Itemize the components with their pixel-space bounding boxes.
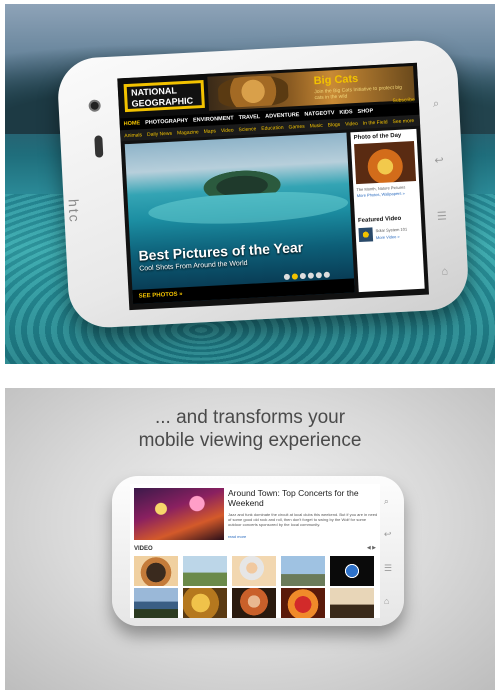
featured-video-caption[interactable]: Solar System 101 bbox=[375, 226, 419, 234]
panel-viewing-experience: ... and transforms your mobile viewing e… bbox=[5, 388, 495, 690]
home-key-icon[interactable]: ⌂ bbox=[384, 596, 392, 606]
phone-brand-logo: htc bbox=[65, 198, 83, 225]
tagline-line1: ... and transforms your bbox=[154, 407, 346, 428]
subnav-item[interactable]: Animals bbox=[124, 132, 142, 139]
video-thumb-couple[interactable] bbox=[330, 588, 374, 618]
subnav-item[interactable]: Education bbox=[261, 124, 284, 131]
slide-pager bbox=[283, 271, 330, 281]
photo-of-day-more[interactable]: More Photos, Wallpapers » bbox=[357, 191, 405, 199]
slide-dot[interactable] bbox=[307, 272, 315, 279]
slide-dot[interactable] bbox=[323, 271, 330, 278]
lion-image bbox=[217, 74, 289, 109]
slide-dot[interactable] bbox=[315, 272, 323, 279]
panel-natgeo-phone: htc ⌕ ↩ ☰ ⌂ NATIONAL GEOGRAPHIC Big Cats… bbox=[5, 4, 495, 364]
nav-item-natgeotv[interactable]: NATGEOTV bbox=[304, 110, 334, 118]
subnav-item[interactable]: Science bbox=[238, 126, 256, 133]
video-thumb-woman[interactable] bbox=[232, 588, 276, 618]
nav-item-shop[interactable]: SHOP bbox=[357, 108, 373, 115]
home-key-icon[interactable]: ⌂ bbox=[441, 265, 448, 277]
video-thumb-earth[interactable] bbox=[330, 556, 374, 586]
video-thumb-people[interactable] bbox=[232, 556, 276, 586]
back-key-icon[interactable]: ↩ bbox=[384, 529, 392, 540]
video-thumb-leaves[interactable] bbox=[183, 588, 227, 618]
island-shape bbox=[196, 165, 288, 197]
video-thumb-fruit[interactable] bbox=[281, 588, 325, 618]
hero-title: Best Pictures of the Year bbox=[138, 239, 304, 264]
capacitive-keys: ⌕ ↩ ☰ ⌂ bbox=[384, 496, 392, 606]
banner-title: Big Cats bbox=[313, 72, 359, 88]
concert-image[interactable] bbox=[134, 488, 224, 540]
nav-item-travel[interactable]: TRAVEL bbox=[239, 114, 261, 121]
nav-item-environment[interactable]: ENVIRONMENT bbox=[193, 115, 234, 123]
speaker-grille bbox=[94, 135, 104, 158]
video-pager[interactable]: ◀ ▶ bbox=[367, 545, 376, 551]
phone-landscape-2: ⌕ ↩ ☰ ⌂ Around Town: Top Concerts for th… bbox=[112, 476, 404, 626]
front-camera-icon bbox=[88, 99, 101, 113]
capacitive-keys: ⌕ ↩ ☰ ⌂ bbox=[425, 97, 456, 278]
phone-landscape: htc ⌕ ↩ ☰ ⌂ NATIONAL GEOGRAPHIC Big Cats… bbox=[56, 38, 470, 330]
photo-of-day-title: Photo of the Day bbox=[353, 132, 402, 142]
article-more-link[interactable]: read more bbox=[228, 534, 246, 539]
subnav-item[interactable]: See more bbox=[392, 118, 414, 125]
slide-dot-active[interactable] bbox=[291, 273, 299, 280]
slide-dot[interactable] bbox=[299, 272, 307, 280]
featured-video-title: Featured Video bbox=[357, 215, 402, 225]
logo-line2: GEOGRAPHIC bbox=[131, 95, 194, 109]
see-photos-link[interactable]: SEE PHOTOS » bbox=[132, 278, 355, 304]
video-section-label: VIDEO bbox=[134, 546, 153, 552]
subnav-item[interactable]: Magazine bbox=[177, 129, 199, 136]
hero-slideshow[interactable]: Best Pictures of the Year Cool Shots Fro… bbox=[124, 132, 355, 304]
subnav-item[interactable]: Maps bbox=[204, 128, 217, 135]
tagline: ... and transforms your mobile viewing e… bbox=[5, 406, 495, 452]
nav-item-photography[interactable]: PHOTOGRAPHY bbox=[145, 118, 188, 126]
video-thumb-bike[interactable] bbox=[183, 556, 227, 586]
photo-of-day-image[interactable] bbox=[354, 141, 417, 185]
search-key-icon[interactable]: ⌕ bbox=[433, 98, 440, 111]
nav-item-home[interactable]: HOME bbox=[124, 120, 141, 127]
subnav-item[interactable]: Blogs bbox=[328, 121, 341, 128]
menu-key-icon[interactable]: ☰ bbox=[437, 209, 447, 223]
featured-video-thumb[interactable] bbox=[358, 227, 374, 243]
menu-key-icon[interactable]: ☰ bbox=[384, 563, 392, 574]
video-thumb-dog[interactable] bbox=[134, 556, 178, 586]
video-thumb-paris[interactable] bbox=[281, 556, 325, 586]
video-thumb-lake[interactable] bbox=[134, 588, 178, 618]
featured-video-more[interactable]: More Video » bbox=[376, 234, 400, 240]
phone-screen: NATIONAL GEOGRAPHIC Big Cats Join the Bi… bbox=[117, 62, 430, 311]
subnav-item[interactable]: In the Field bbox=[363, 119, 388, 126]
subnav-item[interactable]: Video bbox=[345, 120, 358, 127]
back-key-icon[interactable]: ↩ bbox=[434, 154, 444, 167]
subnav-item[interactable]: Games bbox=[288, 123, 304, 130]
phone-screen-2: Around Town: Top Concerts for the Weeken… bbox=[130, 484, 380, 618]
sidebar: Photo of the Day The Month, Nature Pictu… bbox=[350, 128, 425, 293]
nav-item-adventure[interactable]: ADVENTURE bbox=[265, 112, 300, 120]
subnav-item[interactable]: Daily News bbox=[147, 130, 172, 137]
search-key-icon[interactable]: ⌕ bbox=[384, 496, 392, 507]
slide-dot[interactable] bbox=[283, 273, 291, 281]
article-title[interactable]: Around Town: Top Concerts for the Weeken… bbox=[228, 488, 378, 508]
tagline-line2: mobile viewing experience bbox=[138, 430, 362, 451]
subnav-item[interactable]: Video bbox=[221, 127, 234, 134]
collage: htc ⌕ ↩ ☰ ⌂ NATIONAL GEOGRAPHIC Big Cats… bbox=[0, 0, 500, 698]
natgeo-logo[interactable]: NATIONAL GEOGRAPHIC bbox=[123, 79, 205, 113]
subnav-item[interactable]: Music bbox=[309, 122, 322, 129]
nav-item-kids[interactable]: KIDS bbox=[339, 109, 352, 116]
article-body: Jazz and funk dominate the circuit at lo… bbox=[228, 512, 378, 527]
